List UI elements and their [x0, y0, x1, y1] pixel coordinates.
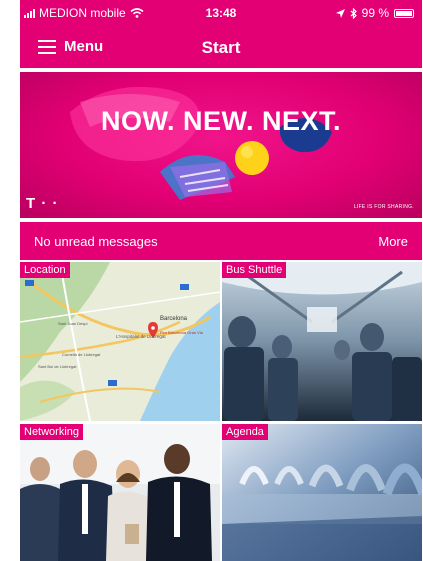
status-bar: MEDION mobile 13:48 99 % — [20, 0, 422, 26]
tile-bus-shuttle[interactable]: Bus Shuttle — [222, 262, 422, 421]
map-town-label: Sant Joan Despí — [58, 321, 88, 326]
promo-banner[interactable]: NOW. NEW. NEXT. T · · LIFE IS FOR SHARIN… — [20, 72, 422, 218]
binder-rings-image — [222, 424, 422, 561]
page-title: Start — [201, 38, 241, 57]
map-town2-label: Cornellà de Llobregat — [62, 352, 101, 357]
map-place-label: Fira Barcelona Gran Via — [160, 330, 204, 335]
messages-status: No unread messages — [34, 234, 158, 249]
telekom-logo: T · · — [26, 195, 59, 212]
battery-percent: 99 % — [361, 6, 389, 20]
map-district-label: L'Hospitalet de Llobregat — [116, 334, 166, 339]
messages-bar: No unread messages More — [20, 222, 422, 260]
nav-bar: Menu Start — [20, 26, 422, 68]
bluetooth-icon — [350, 7, 357, 19]
tile-location[interactable]: Location Barcelona L'Hospitalet de Llobr… — [20, 262, 220, 421]
banner-claim: LIFE IS FOR SHARING. — [353, 204, 414, 210]
tile-label: Agenda — [222, 424, 268, 440]
more-link[interactable]: More — [378, 234, 408, 249]
tile-label: Bus Shuttle — [222, 262, 287, 278]
map-town3-label: Sant Boi de Llobregat — [38, 364, 77, 369]
tile-label: Networking — [20, 424, 84, 440]
map-image: Barcelona L'Hospitalet de Llobregat Fira… — [20, 262, 220, 421]
banner-artwork — [70, 86, 332, 200]
networking-image — [20, 424, 220, 561]
banner-headline: NOW. NEW. NEXT. — [100, 106, 342, 136]
tile-networking[interactable]: Networking — [20, 424, 220, 561]
bus-interior-image — [222, 262, 422, 421]
tile-agenda[interactable]: Agenda — [222, 424, 422, 561]
tile-label: Location — [20, 262, 70, 278]
battery-icon — [394, 8, 414, 18]
location-arrow-icon — [335, 8, 345, 18]
map-city-label: Barcelona — [160, 316, 188, 322]
